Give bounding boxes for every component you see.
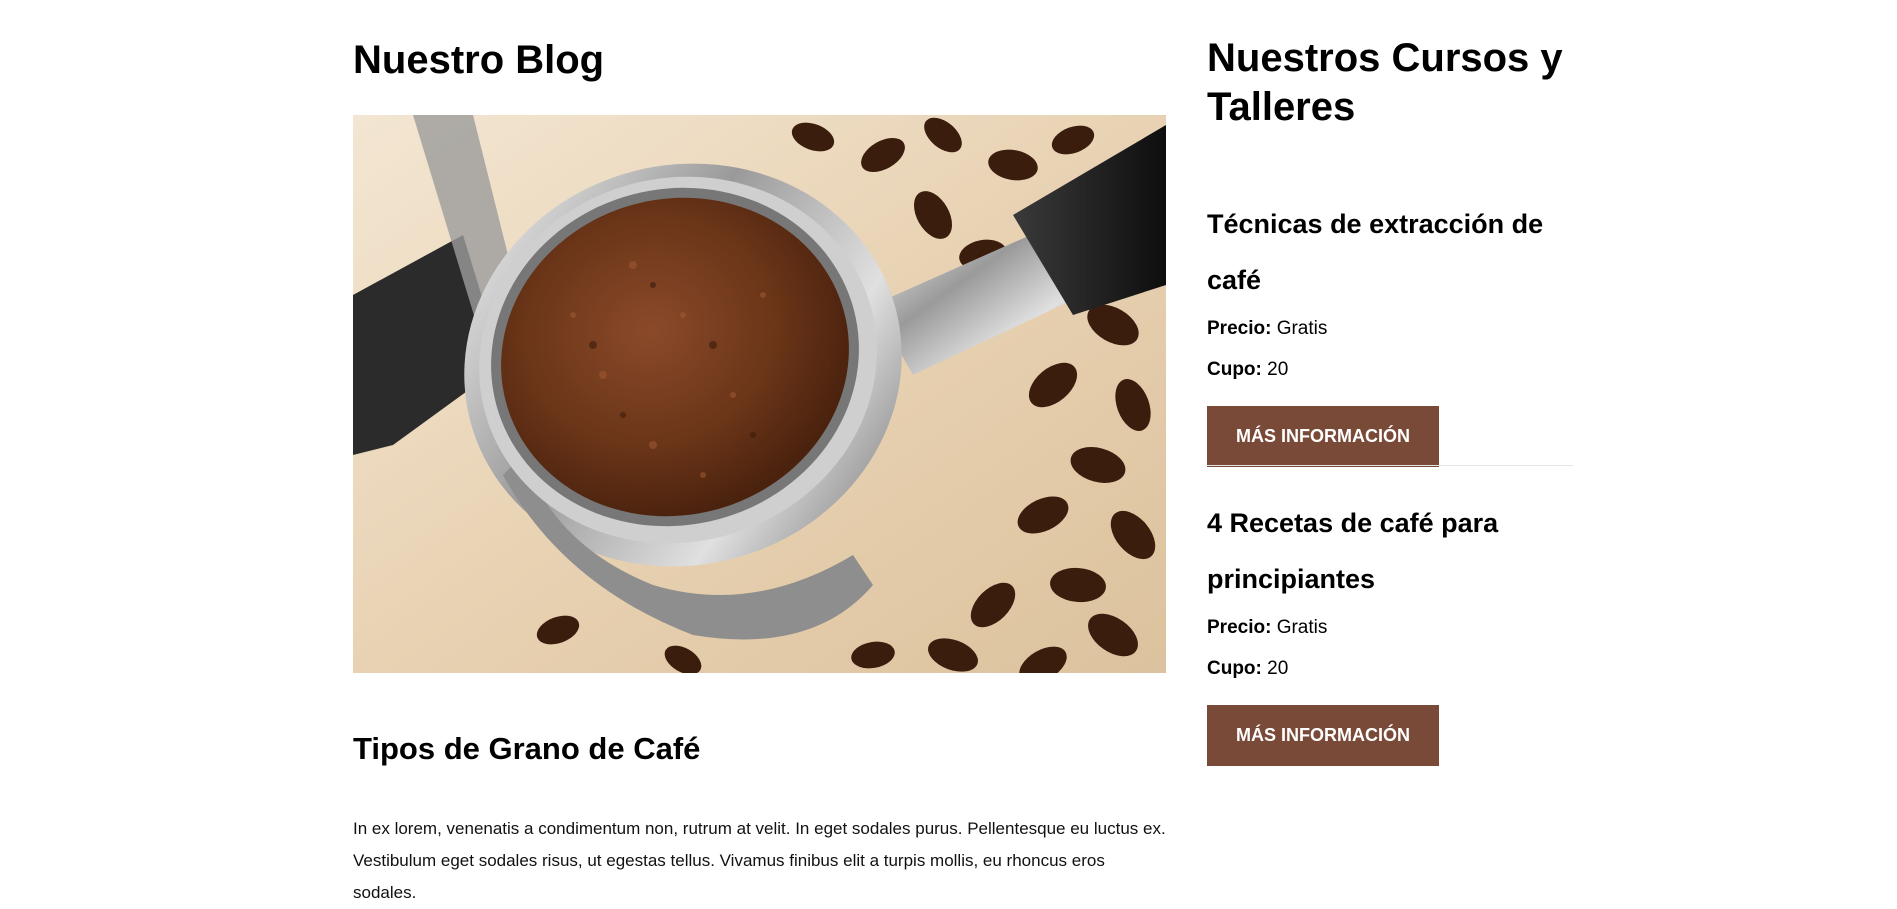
course-price-value: Gratis xyxy=(1276,318,1328,339)
course-title: Técnicas de extracción de café xyxy=(1207,209,1544,295)
course-seats-value: 20 xyxy=(1267,658,1289,679)
course-seats-value: 20 xyxy=(1267,359,1289,380)
courses-heading: Nuestros Cursos y Talleres xyxy=(1207,36,1563,129)
course-price: Precio: Gratis xyxy=(1207,308,1573,349)
course-card: 4 Recetas de café para principiantes Pre… xyxy=(1207,495,1573,766)
more-info-button[interactable]: MÁS INFORMACIÓN xyxy=(1207,705,1439,766)
course-seats-label: Cupo: xyxy=(1207,658,1262,679)
course-price-label: Precio: xyxy=(1207,318,1272,339)
more-info-button[interactable]: MÁS INFORMACIÓN xyxy=(1207,406,1439,467)
course-seats-label: Cupo: xyxy=(1207,359,1262,380)
course-divider xyxy=(1207,465,1573,466)
course-title: 4 Recetas de café para principiantes xyxy=(1207,508,1499,594)
course-price: Precio: Gratis xyxy=(1207,607,1573,648)
blog-post-image[interactable] xyxy=(353,115,1166,673)
page: Nuestro Blog Tipos de Grano de Café In e… xyxy=(0,0,1897,909)
blog-heading: Nuestro Blog xyxy=(353,38,605,82)
course-price-value: Gratis xyxy=(1276,617,1328,638)
course-card: Técnicas de extracción de café Precio: G… xyxy=(1207,196,1573,467)
course-seats: Cupo: 20 xyxy=(1207,648,1573,689)
blog-post-title[interactable]: Tipos de Grano de Café xyxy=(353,728,700,770)
blog-post-excerpt: In ex lorem, venenatis a condimentum non… xyxy=(353,819,1166,902)
course-seats: Cupo: 20 xyxy=(1207,349,1573,390)
course-price-label: Precio: xyxy=(1207,617,1272,638)
